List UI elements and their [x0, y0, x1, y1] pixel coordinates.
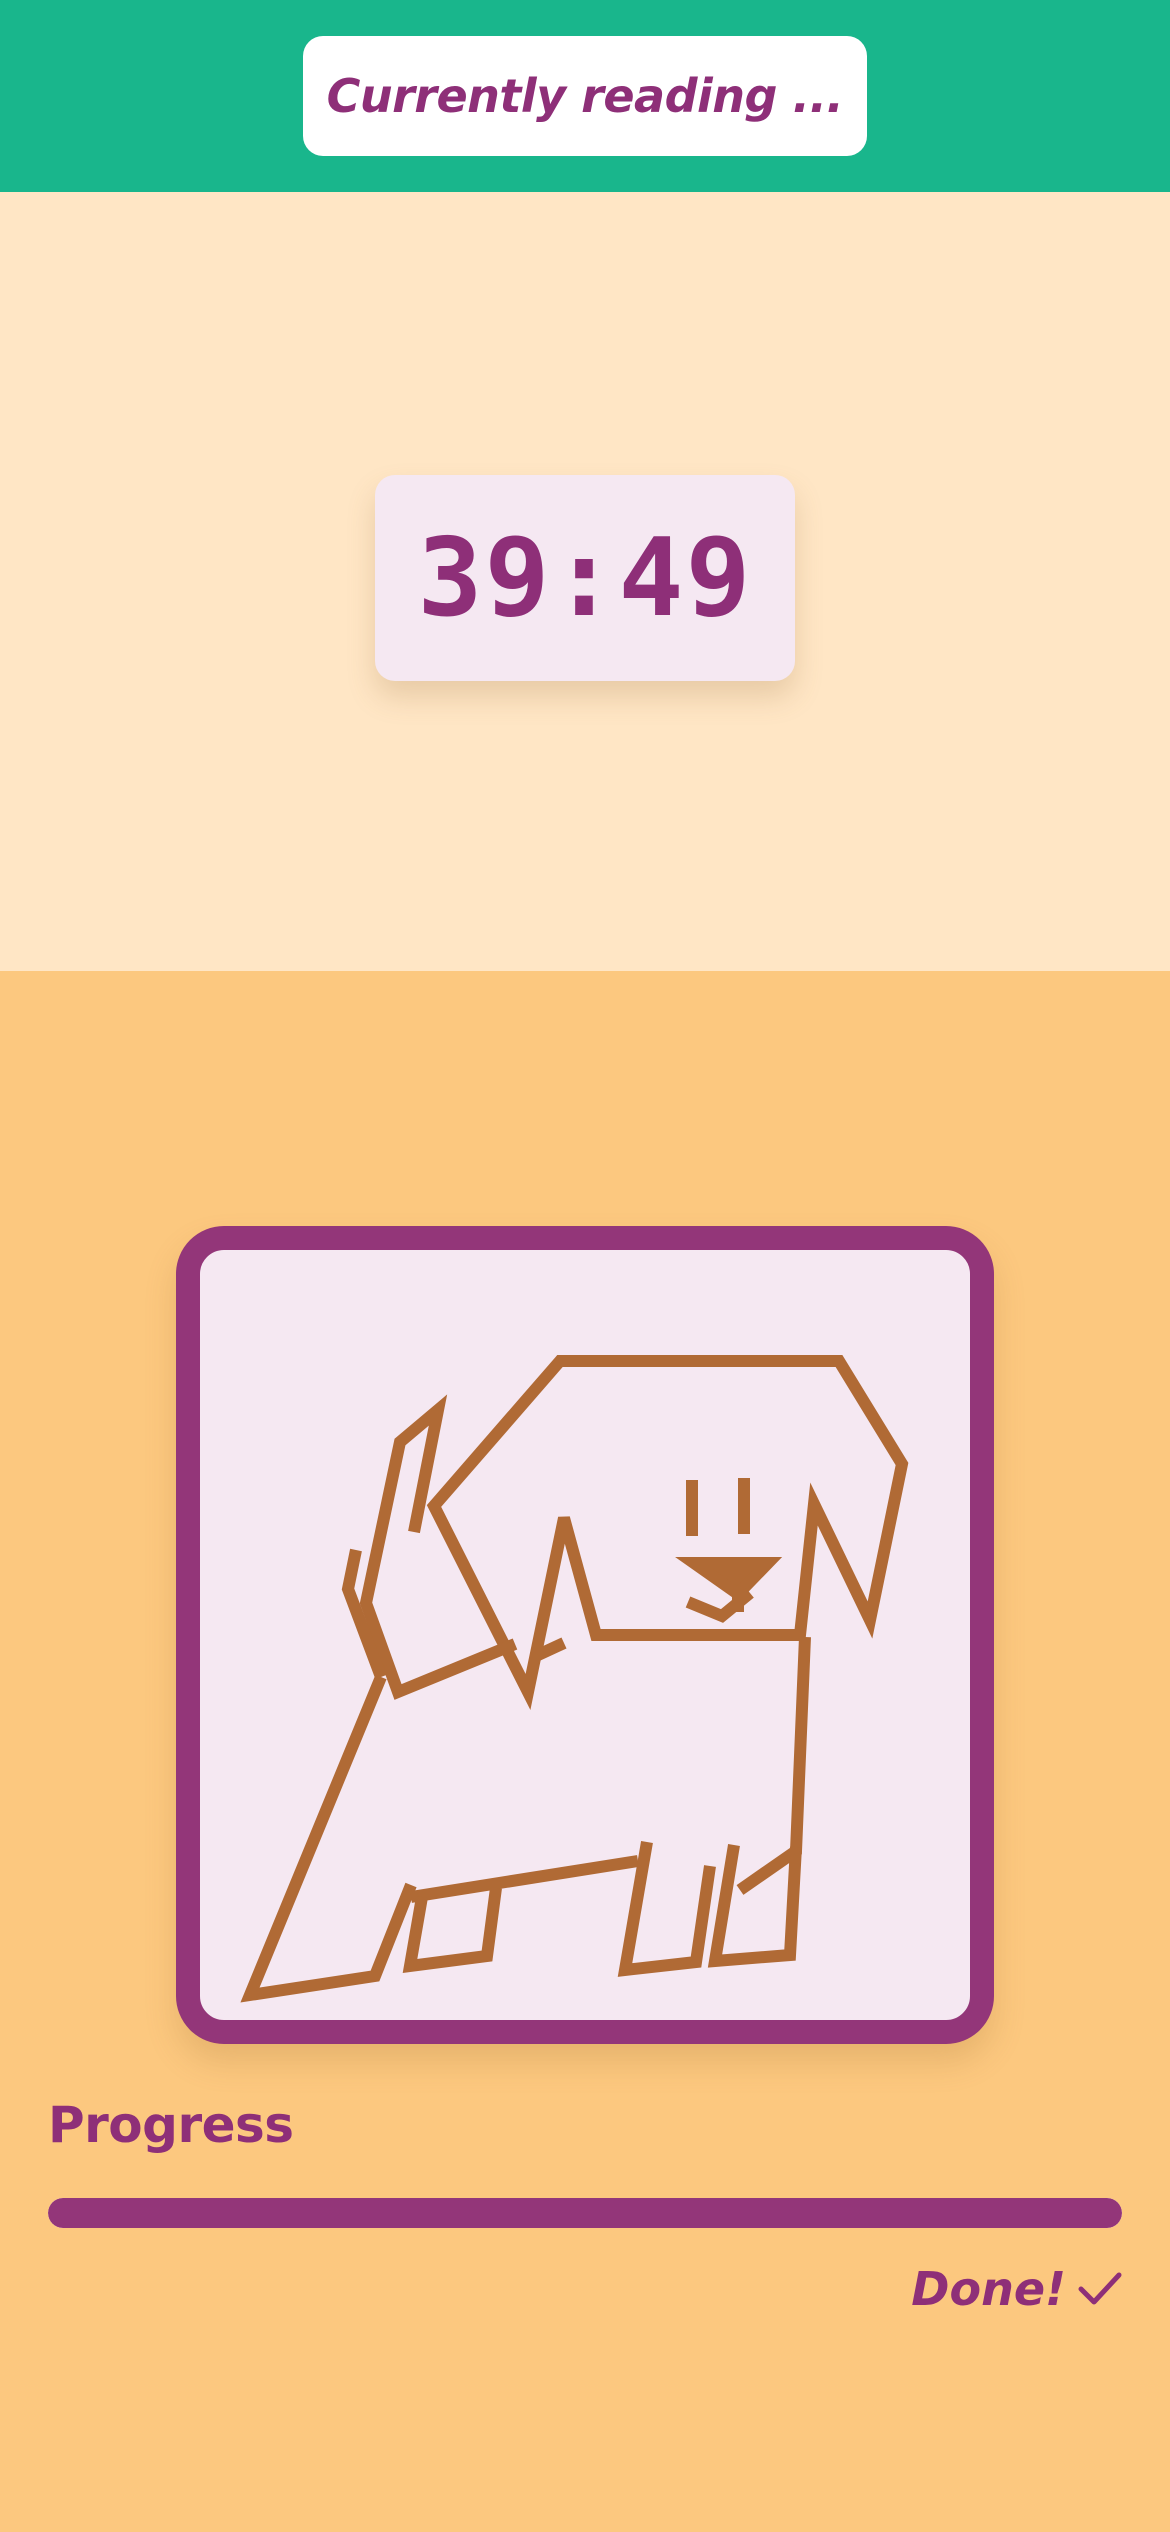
reading-status-label: Currently reading ...	[326, 69, 844, 123]
reward-image-frame	[176, 1226, 994, 2044]
checkmark-icon	[1078, 2271, 1122, 2307]
progress-label: Progress	[48, 2096, 294, 2154]
timer-section: 39:49	[0, 192, 1170, 971]
timer-card: 39:49	[375, 475, 795, 681]
timer-display: 39:49	[417, 515, 753, 641]
dog-icon	[240, 1355, 909, 2003]
progress-bar	[48, 2198, 1122, 2228]
done-indicator: Done!	[911, 2262, 1122, 2316]
top-bar: Currently reading ...	[0, 0, 1170, 192]
done-label: Done!	[911, 2262, 1066, 2316]
reading-status-badge: Currently reading ...	[303, 36, 867, 156]
progress-bar-fill	[48, 2198, 1122, 2228]
